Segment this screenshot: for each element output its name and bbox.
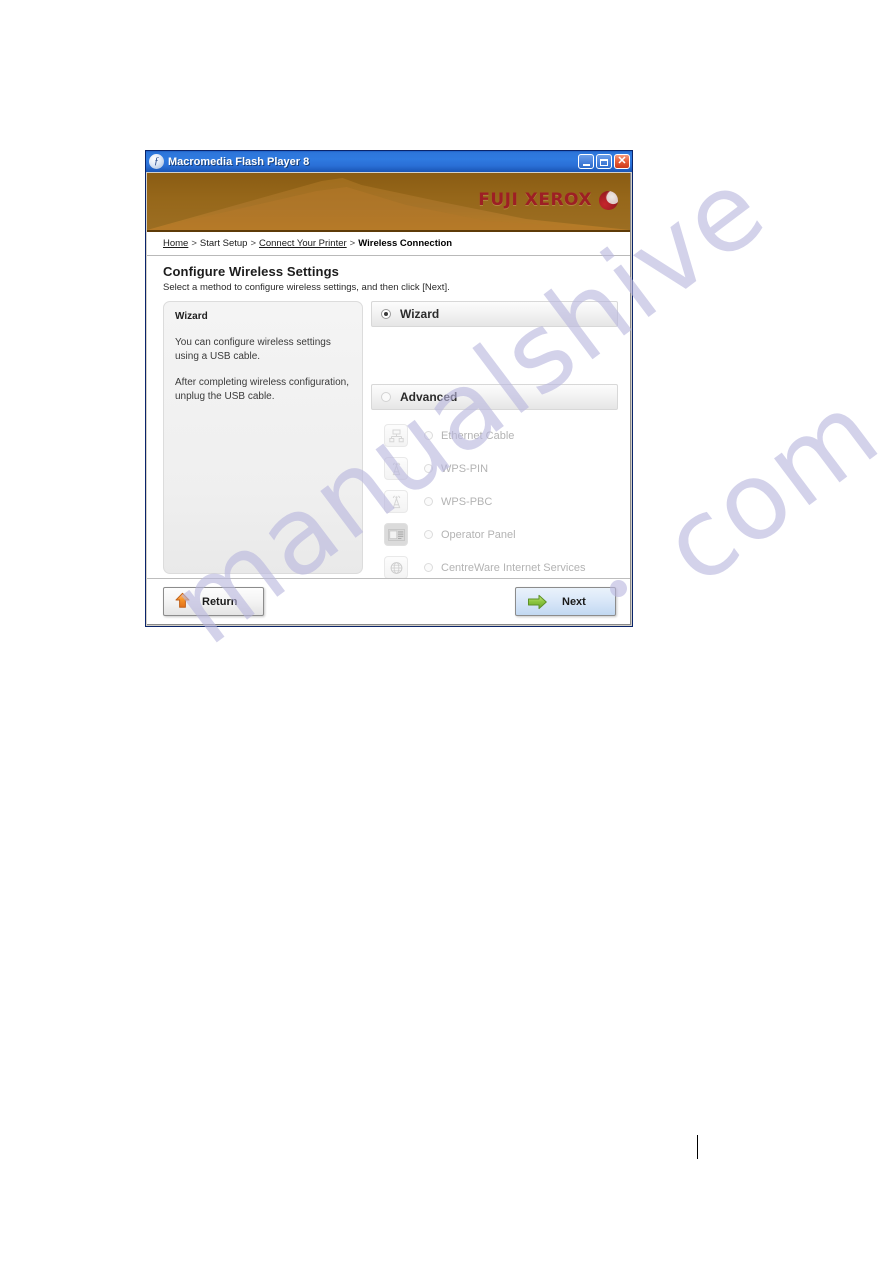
breadcrumb-separator: > — [349, 238, 356, 249]
radio-operator-panel[interactable] — [424, 530, 433, 539]
footer-bar: Return Next — [147, 578, 630, 624]
option-wizard-label: Wizard — [400, 307, 440, 321]
breadcrumb-item-connect-your-printer[interactable]: Connect Your Printer — [259, 238, 347, 249]
return-button-label: Return — [202, 595, 238, 608]
advanced-option-wps-pbc-label: WPS-PBC — [441, 495, 493, 508]
flash-icon: ƒ — [149, 154, 164, 169]
maximize-button[interactable] — [596, 154, 612, 169]
wireless-antenna-icon — [384, 490, 408, 513]
orange-up-arrow-icon — [173, 592, 192, 611]
radio-wps-pbc[interactable] — [424, 497, 433, 506]
breadcrumb-item-wireless-connection: Wireless Connection — [358, 238, 453, 249]
window-title: Macromedia Flash Player 8 — [168, 155, 310, 168]
breadcrumb-item-home[interactable]: Home — [163, 238, 188, 249]
breadcrumb-separator: > — [250, 238, 256, 249]
brand-name: FUJI XEROX — [478, 190, 592, 210]
ethernet-hub-icon — [384, 424, 408, 447]
green-right-arrow-icon — [527, 593, 548, 611]
advanced-option-wps-pin-label: WPS-PIN — [441, 462, 489, 475]
return-button[interactable]: Return — [163, 587, 264, 616]
breadcrumb-separator: > — [191, 238, 197, 249]
radio-wps-pin[interactable] — [424, 464, 433, 473]
green-right-arrow-glyph — [528, 594, 547, 609]
advanced-option-wps-pin[interactable]: WPS-PIN — [371, 452, 618, 485]
globe-icon — [384, 556, 408, 579]
flash-stage: FUJI XEROX Home > Start Setup > Connect … — [147, 173, 631, 625]
globe-glyph — [390, 561, 402, 574]
control-panel-glyph — [387, 528, 405, 541]
option-wizard[interactable]: Wizard — [371, 301, 618, 327]
breadcrumb-item-start-setup[interactable]: Start Setup — [200, 238, 248, 249]
brand-banner: FUJI XEROX — [147, 173, 630, 232]
advanced-option-centreware-internet-services-label: CentreWare Internet Services — [441, 561, 586, 574]
advanced-option-ethernet-cable-label: Ethernet Cable — [441, 429, 515, 442]
option-advanced[interactable]: Advanced — [371, 384, 618, 410]
page-subtitle: Select a method to configure wireless se… — [163, 282, 450, 293]
advanced-option-operator-panel[interactable]: Operator Panel — [371, 518, 618, 551]
watermark-suffix: com — [640, 368, 893, 610]
info-panel-paragraph: You can configure wireless settings usin… — [175, 337, 331, 362]
radio-centreware-internet-services[interactable] — [424, 563, 433, 572]
control-panel-icon — [384, 523, 408, 546]
close-button[interactable]: ✕ — [614, 154, 630, 169]
page-title: Configure Wireless Settings — [163, 264, 339, 279]
info-panel-paragraph: After completing wireless configuration,… — [175, 377, 349, 402]
maximize-glyph-icon — [600, 159, 608, 166]
radio-advanced[interactable] — [381, 392, 391, 402]
radio-wizard[interactable] — [381, 309, 391, 319]
advanced-option-operator-panel-label: Operator Panel — [441, 528, 516, 541]
close-glyph-icon: ✕ — [617, 155, 627, 167]
info-panel: Wizard You can configure wireless settin… — [163, 301, 363, 574]
info-panel-title: Wizard — [175, 311, 208, 322]
wireless-antenna-glyph — [392, 462, 400, 475]
advanced-option-ethernet-cable[interactable]: Ethernet Cable — [371, 419, 618, 452]
content-area: Wizard You can configure wireless settin… — [147, 297, 630, 590]
minimize-button[interactable] — [578, 154, 594, 169]
method-options: Wizard Advanced Ethernet Cable WPS-PIN W… — [363, 301, 630, 590]
advanced-option-wps-pbc[interactable]: WPS-PBC — [371, 485, 618, 518]
wireless-antenna-glyph — [392, 495, 400, 508]
ethernet-hub-glyph — [388, 429, 404, 442]
wireless-antenna-icon — [384, 457, 408, 480]
page-margin-rule — [697, 1135, 698, 1159]
radio-ethernet-cable[interactable] — [424, 431, 433, 440]
fuji-xerox-sphere-logo-icon — [599, 190, 618, 210]
brand-logo: FUJI XEROX — [478, 190, 618, 210]
flash-player-window: ƒ Macromedia Flash Player 8 ✕ FUJI XEROX… — [145, 150, 633, 627]
page-header: Configure Wireless Settings Select a met… — [147, 256, 630, 297]
advanced-option-list: Ethernet Cable WPS-PIN WPS-PBC Operator … — [371, 419, 618, 584]
minimize-glyph-icon — [582, 164, 590, 166]
option-advanced-label: Advanced — [400, 390, 458, 404]
breadcrumb: Home > Start Setup > Connect Your Printe… — [147, 232, 630, 256]
orange-up-arrow-glyph — [175, 592, 190, 608]
window-title-bar[interactable]: ƒ Macromedia Flash Player 8 ✕ — [146, 151, 632, 172]
next-button[interactable]: Next — [515, 587, 616, 616]
next-button-label: Next — [562, 595, 586, 608]
